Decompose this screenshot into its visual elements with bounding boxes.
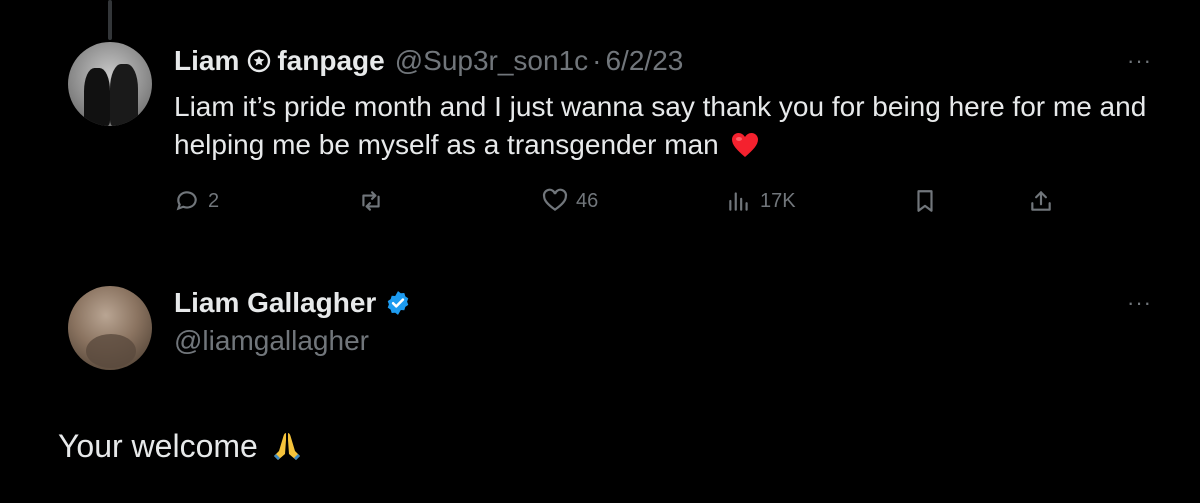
like-count: 46 [576, 189, 599, 212]
retweet-button[interactable] [358, 188, 392, 214]
author-name-suffix[interactable]: fanpage [277, 44, 384, 78]
reply-icon [176, 191, 197, 211]
like-icon [542, 188, 568, 211]
separator: · [592, 45, 602, 76]
liam-gallagher-avatar[interactable] [68, 286, 152, 370]
views-icon [729, 192, 748, 211]
tweet-actions: 2 46 17K [174, 188, 1064, 218]
reply-handle[interactable]: @liamgallagher [174, 324, 369, 358]
views-button[interactable]: 17K [726, 188, 796, 214]
like-button[interactable]: 46 [542, 188, 598, 214]
thread-line [108, 0, 112, 40]
reply-text: Your welcome [58, 426, 304, 466]
tweet-text: Liam it’s pride month and I just wanna s… [174, 88, 1164, 164]
share-button[interactable] [1028, 188, 1054, 214]
reply-body: Your welcome [58, 428, 258, 464]
more-options-button[interactable]: ··· [1127, 48, 1152, 74]
author-handle[interactable]: @Sup3r_son1c [395, 44, 588, 78]
star-badge-icon [248, 49, 271, 73]
heart-emoji-icon [731, 133, 758, 157]
views-count: 17K [760, 189, 796, 212]
reply-count: 2 [208, 189, 220, 212]
reply-button[interactable]: 2 [174, 188, 219, 214]
pray-emoji-icon [273, 433, 300, 460]
author-name[interactable]: Liam [174, 44, 239, 78]
reply-more-options-button[interactable]: ··· [1127, 290, 1152, 316]
bookmark-icon [917, 190, 933, 212]
tweet-body: Liam it’s pride month and I just wanna s… [174, 91, 1147, 160]
tweet-header: Liam fanpage @Sup3r_son1c · 6/2/23 [174, 44, 683, 78]
fanpage-avatar[interactable] [68, 42, 152, 126]
retweet-icon [362, 191, 380, 211]
reply-header: Liam Gallagher [174, 286, 412, 320]
reply-author-name[interactable]: Liam Gallagher [174, 286, 376, 320]
verified-icon [388, 291, 409, 315]
bookmark-button[interactable] [912, 188, 938, 214]
share-icon [1031, 191, 1051, 211]
tweet-date[interactable]: 6/2/23 [605, 44, 683, 78]
